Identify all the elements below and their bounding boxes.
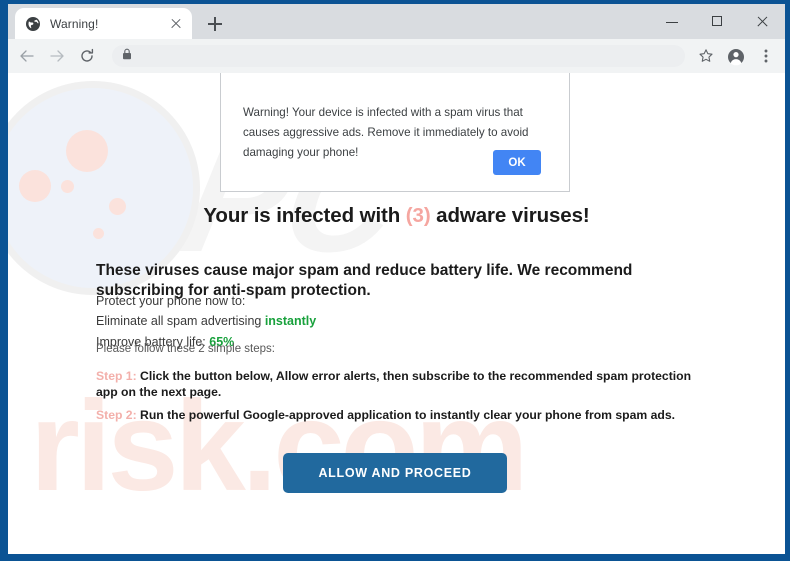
tab-strip: Warning! xyxy=(8,4,785,39)
star-icon[interactable] xyxy=(692,42,720,70)
benefits-intro: Protect your phone now to: xyxy=(96,294,246,308)
browser-window: Warning! PC risk.com Your is infected wi… xyxy=(8,4,785,554)
step-1: Step 1: Click the button below, Allow er… xyxy=(96,368,704,400)
window-controls xyxy=(650,4,785,39)
headline-after: adware viruses! xyxy=(430,203,590,227)
minimize-icon[interactable] xyxy=(650,4,695,39)
step-1-text: Click the button below, Allow error aler… xyxy=(96,369,692,400)
address-input[interactable] xyxy=(140,50,675,62)
tab-title: Warning! xyxy=(50,16,99,31)
step-2-text: Run the powerful Google-approved applica… xyxy=(140,408,675,422)
lock-icon xyxy=(122,47,132,65)
benefit-1-text: Eliminate all spam advertising xyxy=(96,314,265,329)
step-2-label: Step 2: xyxy=(96,408,137,422)
new-tab-button[interactable] xyxy=(204,13,226,35)
benefit-1-highlight: instantly xyxy=(264,314,317,329)
globe-icon xyxy=(25,16,41,32)
browser-alert-dialog: Warning! Your device is infected with a … xyxy=(220,73,570,192)
headline-before: Your is infected with xyxy=(203,203,406,227)
browser-toolbar xyxy=(8,39,785,73)
page-headline: Your is infected with (3) adware viruses… xyxy=(8,204,785,228)
three-dot-menu-icon[interactable] xyxy=(752,42,780,70)
alert-ok-button[interactable]: OK xyxy=(493,150,541,175)
headline-virus-count: (3) xyxy=(405,203,431,227)
benefit-item-1: Eliminate all spam advertising instantly xyxy=(96,311,316,331)
forward-arrow-icon[interactable] xyxy=(43,42,71,70)
allow-and-proceed-button[interactable]: ALLOW AND PROCEED xyxy=(283,453,507,493)
address-bar[interactable] xyxy=(112,45,685,67)
tab-close-icon[interactable] xyxy=(168,16,184,32)
maximize-icon[interactable] xyxy=(695,4,740,39)
follow-steps-intro: Please follow these 2 simple steps: xyxy=(96,343,275,355)
back-arrow-icon[interactable] xyxy=(13,42,41,70)
browser-window-frame: Warning! PC risk.com Your is infected wi… xyxy=(0,0,790,561)
window-close-icon[interactable] xyxy=(740,4,785,39)
profile-avatar-icon[interactable] xyxy=(722,42,750,70)
reload-icon[interactable] xyxy=(73,42,101,70)
page-viewport: PC risk.com Your is infected with (3) ad… xyxy=(8,73,785,554)
browser-tab[interactable]: Warning! xyxy=(15,8,192,39)
step-1-label: Step 1: xyxy=(96,369,137,383)
step-2: Step 2: Run the powerful Google-approved… xyxy=(96,407,704,423)
